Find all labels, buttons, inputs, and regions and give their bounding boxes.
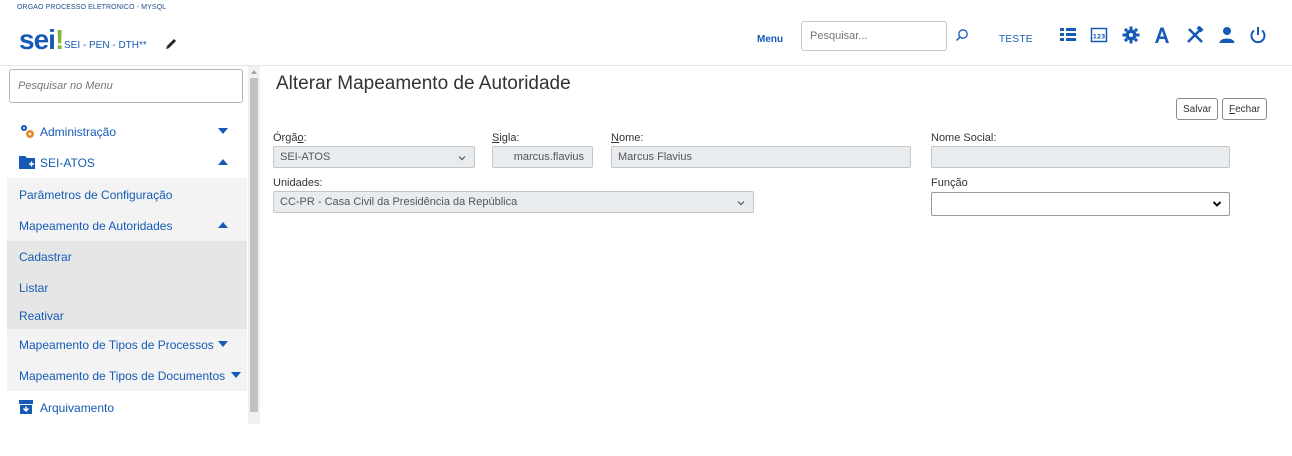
nome-field[interactable]: Marcus Flavius bbox=[611, 146, 911, 168]
archive-icon bbox=[19, 400, 33, 414]
sidebar-item-mapeamento-tipos-processos[interactable]: Mapeamento de Tipos de Processos bbox=[7, 329, 247, 360]
page-title: Alterar Mapeamento de Autoridade bbox=[276, 73, 571, 94]
search-input[interactable] bbox=[801, 21, 947, 51]
nome-value: Marcus Flavius bbox=[618, 151, 692, 163]
sidebar-item-sei-atos[interactable]: SEI-ATOS bbox=[7, 147, 247, 178]
sidebar-item-administracao[interactable]: Administração bbox=[7, 116, 247, 147]
unidades-select[interactable]: CC-PR - Casa Civil da Presidência da Rep… bbox=[273, 191, 754, 213]
nome-label: Nome: bbox=[611, 132, 643, 144]
unidades-label: Unidades: bbox=[273, 177, 323, 189]
pencil-icon[interactable] bbox=[164, 37, 178, 51]
system-name[interactable]: SEI - PEN - DTH** bbox=[64, 40, 147, 51]
close-label-rest: echar bbox=[1235, 103, 1261, 115]
chevron-down-icon bbox=[231, 372, 241, 378]
sidebar-item-label: SEI-ATOS bbox=[40, 155, 95, 170]
orgao-label-text: Órgã bbox=[273, 132, 298, 144]
save-button[interactable]: Salvar bbox=[1176, 98, 1219, 120]
sigla-label: Sigla: bbox=[492, 132, 520, 144]
scroll-up-arrow[interactable] bbox=[251, 70, 257, 74]
sigla-value: marcus.flavius bbox=[513, 151, 584, 163]
list-icon[interactable] bbox=[1059, 26, 1077, 44]
nome-social-label: Nome Social: bbox=[931, 132, 997, 144]
folder-icon bbox=[19, 156, 35, 169]
sidebar-item-label: Mapeamento de Tipos de Processos bbox=[19, 337, 214, 352]
sidebar-item-label: Cadastrar bbox=[19, 249, 72, 264]
sidebar-item-parametros[interactable]: Parâmetros de Configuração bbox=[7, 178, 247, 211]
top-header: ORGAO PROCESSO ELETRONICO - MYSQL sei! S… bbox=[0, 0, 1292, 66]
logo-text: sei bbox=[19, 24, 56, 55]
close-button[interactable]: Fechar bbox=[1222, 98, 1268, 120]
gear-icon[interactable] bbox=[1122, 26, 1140, 44]
scroll-thumb[interactable] bbox=[250, 78, 258, 412]
sidebar-item-label: Parâmetros de Configuração bbox=[19, 187, 173, 202]
sidebar-item-mapeamento-autoridades[interactable]: Mapeamento de Autoridades bbox=[7, 211, 247, 241]
chevron-down-icon bbox=[1212, 201, 1222, 207]
chevron-up-icon bbox=[218, 159, 228, 165]
sigla-label-text: igla: bbox=[499, 132, 520, 144]
sidebar-item-reativar[interactable]: Reativar bbox=[7, 303, 247, 329]
cogs-icon bbox=[21, 125, 34, 138]
user-icon[interactable] bbox=[1218, 26, 1236, 44]
tools-icon[interactable] bbox=[1186, 26, 1204, 44]
chevron-down-icon bbox=[458, 156, 466, 161]
orgao-label-colon: : bbox=[303, 132, 307, 144]
orgao-value: SEI-ATOS bbox=[280, 151, 331, 163]
sidebar-item-label: Reativar bbox=[19, 309, 64, 323]
logo-bang: ! bbox=[54, 24, 64, 55]
orgao-select[interactable]: SEI-ATOS bbox=[273, 146, 475, 168]
sidebar-item-label: Mapeamento de Autoridades bbox=[19, 219, 173, 233]
funcao-label: Função bbox=[931, 177, 968, 189]
sidebar-item-listar[interactable]: Listar bbox=[7, 272, 247, 303]
nome-label-text: ome: bbox=[618, 132, 644, 144]
nome-accesskey: N bbox=[611, 132, 619, 144]
sei-logo[interactable]: sei! bbox=[19, 24, 64, 56]
sidebar-item-label: Mapeamento de Tipos de Documentos bbox=[19, 368, 226, 383]
unidades-value: CC-PR - Casa Civil da Presidência da Rep… bbox=[280, 196, 518, 208]
search-icon[interactable] bbox=[955, 28, 969, 42]
sidebar-item-label: Arquivamento bbox=[40, 400, 115, 415]
funcao-select[interactable] bbox=[931, 192, 1230, 216]
font-icon[interactable] bbox=[1153, 26, 1171, 44]
nome-social-field[interactable] bbox=[931, 146, 1230, 168]
sidebar-item-arquivamento[interactable]: Arquivamento bbox=[7, 391, 247, 424]
svg-text:123: 123 bbox=[1093, 34, 1106, 41]
chevron-down-icon bbox=[218, 341, 228, 347]
sidebar-item-label: Listar bbox=[19, 280, 49, 295]
chevron-up-icon bbox=[218, 222, 228, 228]
menu-link[interactable]: Menu bbox=[757, 34, 783, 45]
chevron-down-icon bbox=[737, 201, 745, 206]
org-name: ORGAO PROCESSO ELETRONICO - MYSQL bbox=[17, 4, 167, 11]
sidebar-item-mapeamento-tipos-documentos[interactable]: Mapeamento de Tipos de Documentos bbox=[7, 360, 247, 391]
orgao-label: Órgão: bbox=[273, 132, 307, 144]
sigla-field[interactable]: marcus.flavius bbox=[492, 146, 593, 168]
sidebar-item-label: Administração bbox=[40, 124, 117, 139]
sidebar-item-cadastrar[interactable]: Cadastrar bbox=[7, 241, 247, 272]
chevron-down-icon bbox=[218, 128, 228, 134]
power-icon[interactable] bbox=[1249, 26, 1267, 44]
menu-search-input[interactable] bbox=[9, 69, 243, 103]
calendar-icon[interactable]: 123 bbox=[1090, 26, 1108, 44]
user-name[interactable]: TESTE bbox=[999, 34, 1033, 45]
sidebar-menu: Administração SEI-ATOS Parâmetros de Con… bbox=[7, 66, 247, 424]
sidebar-scrollbar[interactable] bbox=[248, 66, 260, 424]
